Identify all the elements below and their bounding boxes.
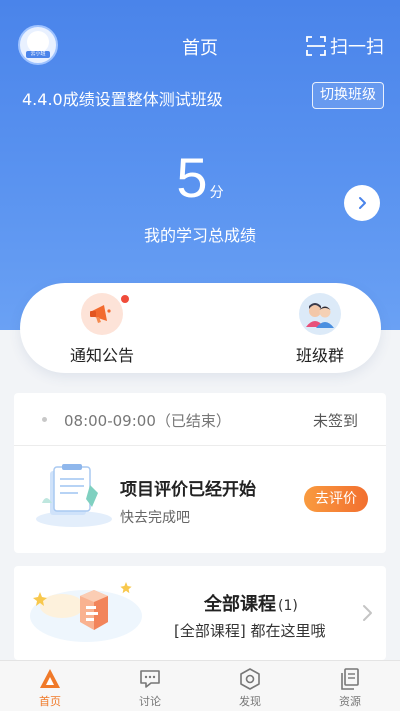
tab-label: 资源: [339, 695, 361, 708]
tab-resource[interactable]: 资源: [300, 661, 400, 711]
discover-icon: [240, 668, 260, 690]
tab-label: 讨论: [139, 695, 161, 708]
scan-label: 扫一扫: [330, 37, 384, 58]
page-title: 首页: [182, 38, 218, 59]
evaluation-title: 项目评价已经开始: [120, 480, 256, 500]
class-group-label: 班级群: [295, 346, 344, 365]
class-group-entry[interactable]: 班级群: [265, 293, 375, 366]
courses-subtitle: [全部课程] 都在这里哦: [174, 622, 326, 640]
all-courses-card[interactable]: 全部课程 (1) [全部课程] 都在这里哦: [14, 566, 386, 660]
avatar-face-icon: [27, 31, 49, 53]
megaphone-icon: [81, 293, 129, 335]
score-label: 我的学习总成绩: [143, 226, 256, 245]
bottom-tab-bar: 首页 讨论 发现 资源: [0, 660, 400, 711]
total-score: 5分: [0, 148, 400, 208]
tab-label: 首页: [39, 695, 61, 708]
tab-discussion[interactable]: 讨论: [100, 661, 200, 711]
chevron-right-icon: [363, 605, 372, 621]
score-value: 5: [176, 146, 208, 209]
courses-title: 全部课程 (1): [204, 590, 298, 616]
class-group-icon: [299, 293, 341, 335]
resource-icon: [341, 668, 359, 690]
tab-discover[interactable]: 发现: [200, 661, 300, 711]
courses-title-text: 全部课程: [204, 594, 276, 615]
quick-entry-card: 通知公告 班级群: [20, 283, 381, 373]
avatar-tag: 云小班: [26, 51, 50, 58]
notice-entry[interactable]: 通知公告: [47, 293, 157, 366]
notification-dot: [121, 295, 129, 303]
tab-label: 发现: [239, 695, 261, 708]
switch-class-button[interactable]: 切换班级: [312, 82, 384, 109]
notice-label: 通知公告: [69, 346, 134, 365]
schedule-time: 08:00-09:00（已结束）: [64, 412, 231, 430]
avatar[interactable]: 云小班: [18, 25, 58, 65]
schedule-row[interactable]: 08:00-09:00（已结束） 未签到: [14, 393, 386, 446]
courses-illustration-icon: [30, 582, 142, 642]
evaluation-subtitle: 快去完成吧: [120, 510, 190, 526]
evaluate-button[interactable]: 去评价: [304, 486, 368, 512]
tab-home[interactable]: 首页: [0, 661, 100, 711]
schedule-card: 08:00-09:00（已结束） 未签到 项目评价已经开始 快去完成吧 去评价: [14, 393, 386, 553]
score-unit: 分: [209, 185, 224, 201]
schedule-dot: [42, 417, 47, 422]
evaluation-illustration-icon: [36, 464, 112, 527]
checkin-status: 未签到: [312, 412, 358, 430]
home-icon: [40, 669, 60, 688]
scan-icon: [306, 36, 326, 56]
discussion-icon: [140, 670, 160, 688]
courses-count: (1): [278, 598, 298, 614]
class-name: 4.4.0成绩设置整体测试班级: [22, 90, 223, 109]
scan-button[interactable]: 扫一扫: [306, 33, 384, 59]
chevron-right-icon: [359, 197, 366, 209]
score-detail-button[interactable]: [344, 185, 380, 221]
